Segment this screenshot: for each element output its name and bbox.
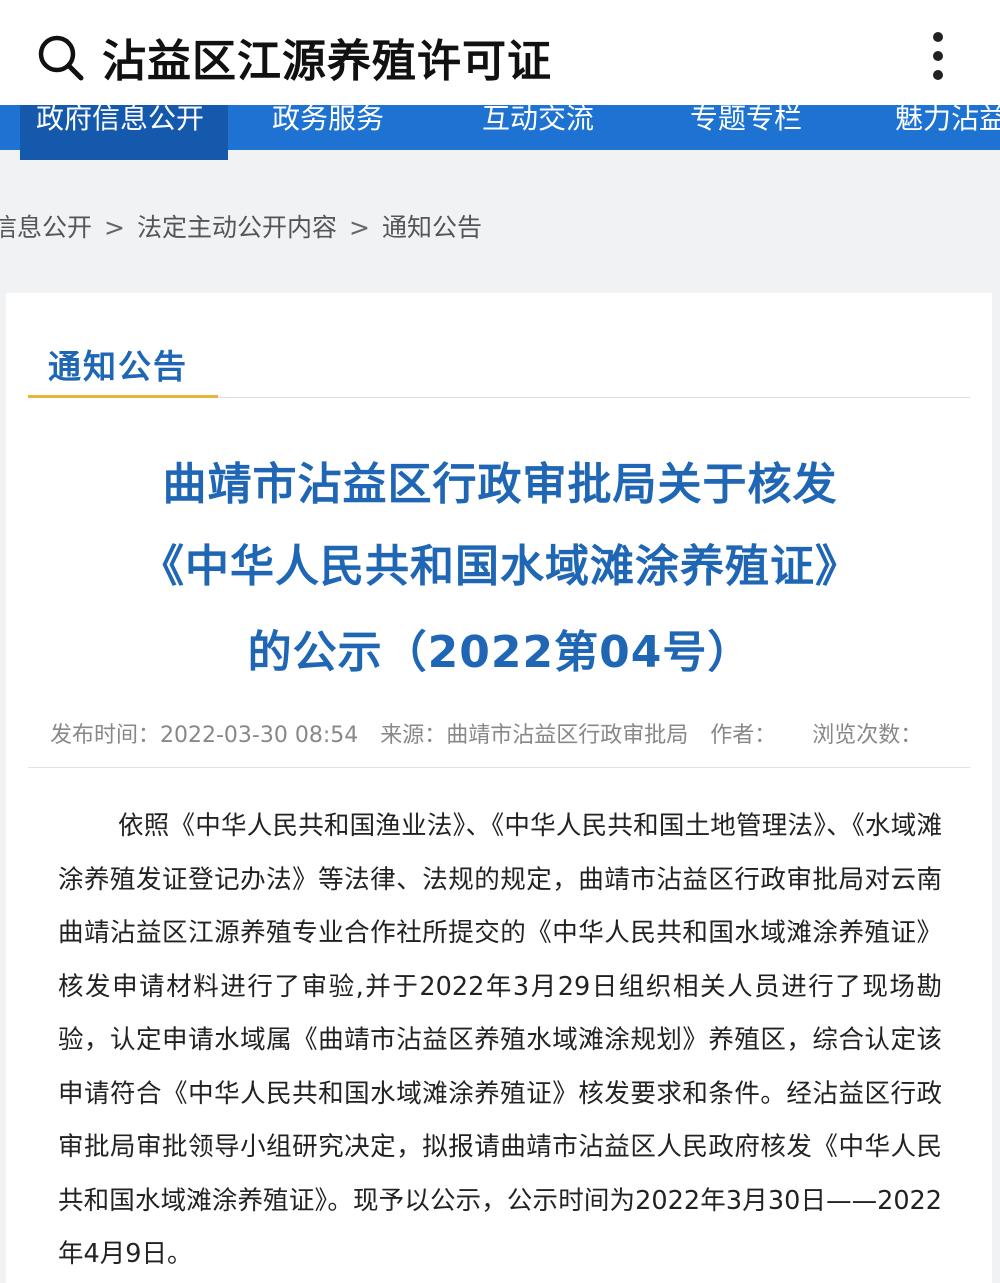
article-title-line3: 的公示（2022第04号） xyxy=(247,627,753,678)
breadcrumb-item[interactable]: 通知公告 xyxy=(382,213,482,242)
article-author: 作者： xyxy=(710,723,777,748)
nav-item-gov-services[interactable]: 政务服务 xyxy=(272,105,384,147)
nav-item-interaction[interactable]: 互动交流 xyxy=(482,105,594,147)
article-body: 依照《中华人民共和国渔业法》、《中华人民共和国土地管理法》、《水域滩涂养殖发证登… xyxy=(58,811,942,1269)
article-source: 来源：曲靖市沾益区行政审批局 xyxy=(380,723,689,748)
divider xyxy=(28,767,970,768)
breadcrumb-separator: > xyxy=(348,213,370,242)
search-bar[interactable]: 沾益区江源养殖许可证 xyxy=(0,0,1000,105)
main-nav: 政府信息公开 政务服务 互动交流 专题专栏 魅力沾益 xyxy=(0,105,1000,150)
section-title: 通知公告 xyxy=(48,347,188,386)
breadcrumb-item[interactable]: 信息公开 xyxy=(0,213,92,242)
divider xyxy=(218,397,970,398)
breadcrumb: 信息公开 > 法定主动公开内容 > 通知公告 xyxy=(0,208,482,244)
nav-item-charm[interactable]: 魅力沾益 xyxy=(895,105,1000,147)
search-icon[interactable] xyxy=(36,33,84,81)
view-count: 浏览次数： xyxy=(812,723,923,748)
section-underline xyxy=(28,395,218,398)
nav-item-special[interactable]: 专题专栏 xyxy=(690,105,802,147)
article-title-line2: 《中华人民共和国水域滩涂养殖证》 xyxy=(140,541,860,592)
more-options-icon[interactable] xyxy=(918,28,958,84)
breadcrumb-separator: > xyxy=(104,213,125,242)
breadcrumb-item[interactable]: 法定主动公开内容 xyxy=(137,213,337,242)
search-query[interactable]: 沾益区江源养殖许可证 xyxy=(102,25,552,89)
article-meta: 发布时间：2022-03-30 08:54 来源：曲靖市沾益区行政审批局 作者： 浏览… xyxy=(50,717,944,749)
publish-time: 发布时间：2022-03-30 08:54 xyxy=(50,723,359,748)
article-title-line1: 曲靖市沾益区行政审批局关于核发 xyxy=(162,459,838,510)
nav-active-indicator xyxy=(20,150,228,160)
nav-item-gov-info[interactable]: 政府信息公开 xyxy=(36,105,204,147)
